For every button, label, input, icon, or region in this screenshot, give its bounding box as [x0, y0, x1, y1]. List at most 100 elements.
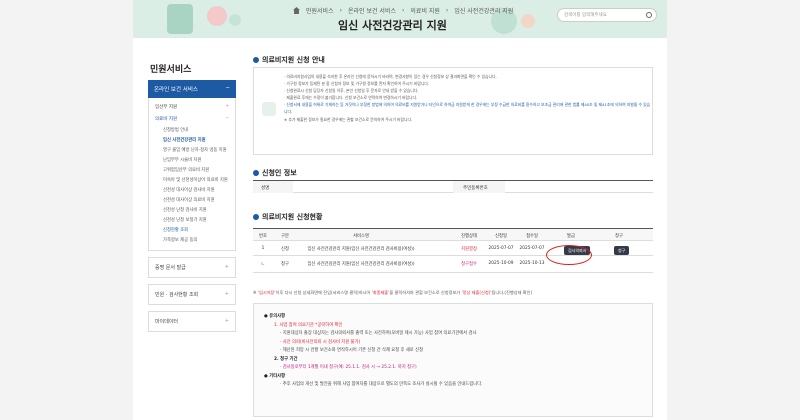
- status-text: 청구접수: [461, 262, 477, 267]
- content-frame: 민원서비스 › 온라인 보건 서비스 › 의료비 지원 › 임신 사전건강관리 …: [133, 0, 667, 420]
- service-name-link[interactable]: 임신 사전건강관리 지원(임신 사전건강관리 검사비용(여성)): [307, 246, 414, 252]
- guide-line: · 검사일로부터 1개월 이내 청구(예: 25.1.1. 검사 시 → 25.…: [280, 365, 417, 370]
- sidebar: 온라인 보건 서비스 − 임산부 지원 + 의료비 지원 − 신청방법 안내 임신 사전건…: [148, 80, 236, 332]
- check-icon: [253, 170, 259, 176]
- rrn-label: 주민등록번호: [463, 186, 488, 191]
- sidebar-item[interactable]: 선천성 난청 검사비 지원: [149, 205, 235, 215]
- column-header: 구분: [281, 234, 289, 239]
- column-header: 진행상태: [461, 234, 477, 239]
- sidebar-item-label: 의료비 지원: [155, 117, 178, 122]
- decor-circle: [207, 6, 227, 26]
- plus-icon: +: [224, 318, 229, 324]
- sidebar-item[interactable]: 가족정보 제공 동의: [149, 235, 235, 245]
- home-icon[interactable]: [293, 7, 300, 14]
- notice-line: ※ 추가 제출한 정보가 필요한 경우에는 관할 보건소로 문의하여 주시기 바…: [284, 116, 413, 122]
- sidebar-item-certificate[interactable]: 증명 문서 발급 +: [148, 257, 236, 278]
- column-header: 번호: [259, 234, 267, 239]
- sidebar-item[interactable]: 선천성 난청 보청기 지원: [149, 215, 235, 225]
- notice-list: · 의료비지원사업의 내용을 숙지한 후 온라인 신청에 응하시기 바라며, 변…: [284, 73, 652, 123]
- sidebar-item[interactable]: 신청방법 안내: [149, 125, 235, 135]
- main-content: 의료비지원 신청 안내 · 의료비지원사업의 내용을 숙지한 후 온라인 신청에…: [253, 55, 653, 417]
- applicant-info-table: 성명 주민등록번호: [253, 180, 653, 193]
- sidebar-item[interactable]: 의료비 지원 −: [149, 113, 235, 125]
- column-header: 서비스명: [353, 234, 369, 239]
- table-row: ㄴ 청구 임신 사전건강관리 지원(임신 사전건강관리 검사비용(여성)) 청구…: [253, 256, 653, 273]
- breadcrumb-item[interactable]: 민원서비스: [306, 6, 334, 15]
- clipboard-illustration: [167, 4, 193, 34]
- claim-button[interactable]: 청구: [614, 246, 630, 255]
- search-placeholder: 검색어를 입력해주세요: [564, 13, 607, 18]
- notice-box: · 의료비지원사업의 내용을 숙지한 후 온라인 신청에 응하시기 바라며, 변…: [253, 67, 653, 155]
- guide-other-title: ● 기타사항: [264, 373, 286, 379]
- sidebar-title: 민원서비스: [150, 65, 192, 75]
- received-date: 2025-07-07: [519, 246, 545, 251]
- sidebar-item-label: 임산부 지원: [155, 105, 178, 110]
- submission-footnote: ※ '임시저장'이후 다시 신청 상세화면에 진입(서비스명 클릭)하시어 '최…: [253, 290, 533, 295]
- column-header: 신청일: [495, 234, 507, 239]
- sidebar-item[interactable]: 난임부부 시술비 지원: [149, 155, 235, 165]
- status-text: 지원결정: [461, 247, 477, 252]
- plus-icon: +: [224, 291, 229, 297]
- guide-step: 2. 청구 기간: [274, 356, 298, 362]
- sidebar-item-status[interactable]: 민원 · 검사현황 조회 +: [148, 284, 236, 305]
- received-date: 2025-10-13: [519, 261, 545, 266]
- sidebar-item[interactable]: 임산부 지원 +: [149, 101, 235, 113]
- search-icon[interactable]: [646, 12, 652, 18]
- notice-line: · 의료비지원사업의 내용을 숙지한 후 온라인 신청에 응하시기 바라며, 변…: [284, 74, 497, 79]
- breadcrumb-item[interactable]: 의료비 지원: [410, 6, 440, 15]
- table-header: 번호 구분 서비스명 진행상태 신청일 접수일 발급 청구: [253, 229, 653, 241]
- sidebar-section-active[interactable]: 온라인 보건 서비스 −: [148, 80, 236, 98]
- section-title-status: 의료비지원 신청현황: [253, 212, 322, 222]
- sidebar-item-mydata[interactable]: 마이데이터 +: [148, 311, 236, 332]
- plus-icon: +: [224, 264, 229, 270]
- row-kind: 청구: [281, 262, 289, 267]
- document-icon: [262, 102, 276, 116]
- sidebar-item[interactable]: 고위험임산부 의료비 지원: [149, 165, 235, 175]
- sidebar-submenu: 임산부 지원 + 의료비 지원 − 신청방법 안내 임신 사전건강관리 지원 영구 불임 예…: [148, 98, 236, 251]
- guide-line: · 사전 의뢰(비사전의뢰 시 검사비 지원 불가): [280, 339, 361, 345]
- notice-line: · 신청완료시 신청 담당자 신청일 이후, 본인 신청일 후 문자로 안내 받…: [284, 88, 419, 94]
- sidebar-item[interactable]: 선천성 대사이상 검사비 지원: [149, 185, 235, 195]
- applied-date: 2025-07-07: [488, 246, 514, 251]
- check-icon: [253, 57, 259, 63]
- sidebar-item[interactable]: 임신 사전건강관리 지원: [149, 135, 235, 145]
- guide-step: 1. 사업 참여 의료기관 *공락하여 확인: [274, 322, 343, 328]
- search-input[interactable]: 검색어를 입력해주세요: [557, 8, 657, 22]
- guide-line: · 지원대상자 출장 대상자는 검사의뢰서를 출력 또는 사전하여(모바일 제시…: [280, 331, 477, 336]
- service-name-link[interactable]: 임신 사전건강관리 지원(임신 사전건강관리 검사비용(여성)): [307, 261, 414, 267]
- page-title: 임신 사전건강관리 지원: [338, 19, 447, 32]
- name-label: 성명: [261, 186, 270, 191]
- application-status-table: 번호 구분 서비스명 진행상태 신청일 접수일 발급 청구 1 신청 임신 사전…: [253, 228, 653, 273]
- notice-line: · 제출완료 후에는 수정이 불가합니다. 신청 보건소로 연락하여 변경하시기…: [284, 95, 418, 101]
- sidebar-section-label: 온라인 보건 서비스: [154, 87, 198, 93]
- guide-box: ● 유의사항 1. 사업 참여 의료기관 *공락하여 확인 · 지원대상자 출장…: [253, 303, 653, 417]
- breadcrumb: 민원서비스 › 온라인 보건 서비스 › 의료비 지원 › 임신 사전건강관리 …: [293, 6, 513, 15]
- column-header: 발급: [567, 234, 575, 239]
- minus-icon: −: [225, 116, 229, 121]
- section-title-notice: 의료비지원 신청 안내: [253, 55, 653, 65]
- guide-title: ● 유의사항: [264, 314, 286, 319]
- sidebar-item[interactable]: 선천성 대사이상 의료비 지원: [149, 195, 235, 205]
- notice-line: · 가구원 정보가 등재된 분 중 신청자 정보 및 가구원 정보를 먼저 확인…: [284, 81, 430, 87]
- row-kind: 신청: [281, 247, 289, 252]
- sidebar-item[interactable]: 미숙아 및 선천성이상아 의료비 지원: [149, 175, 235, 185]
- highlight-ring: [546, 245, 592, 265]
- applied-date: 2025-10-09: [488, 261, 514, 266]
- breadcrumb-item[interactable]: 온라인 보건 서비스: [348, 6, 396, 15]
- breadcrumb-item[interactable]: 임신 사전건강관리 지원: [454, 6, 513, 15]
- page: 민원서비스 › 온라인 보건 서비스 › 의료비 지원 › 임신 사전건강관리 …: [0, 0, 800, 420]
- column-header: 청구: [615, 234, 623, 239]
- row-number: ㄴ: [261, 262, 265, 267]
- table-row: 1 신청 임신 사전건강관리 지원(임신 사전건강관리 검사비용(여성)) 지원…: [253, 241, 653, 256]
- sidebar-item[interactable]: 신청현황 조회: [149, 225, 235, 235]
- sidebar-item[interactable]: 영구 불임 예방 난자·정자 냉동 지원: [149, 145, 235, 155]
- row-number: 1: [261, 246, 265, 251]
- decor-circle: [521, 14, 535, 28]
- plus-icon: +: [225, 104, 229, 109]
- guide-line: · 추후 사업의 개선 및 발전을 위해 사업 참여자를 대상으로 별도의 만족…: [280, 382, 483, 387]
- section-title-applicant: 신청인 정보: [253, 168, 297, 178]
- minus-icon: −: [225, 85, 230, 91]
- column-header: 접수일: [526, 234, 538, 239]
- guide-line: · 해산된 희망 시 관할 보건소와 면작하시어 기존 신청 건 삭제 요청 후…: [280, 348, 424, 353]
- decor-circle: [229, 14, 241, 26]
